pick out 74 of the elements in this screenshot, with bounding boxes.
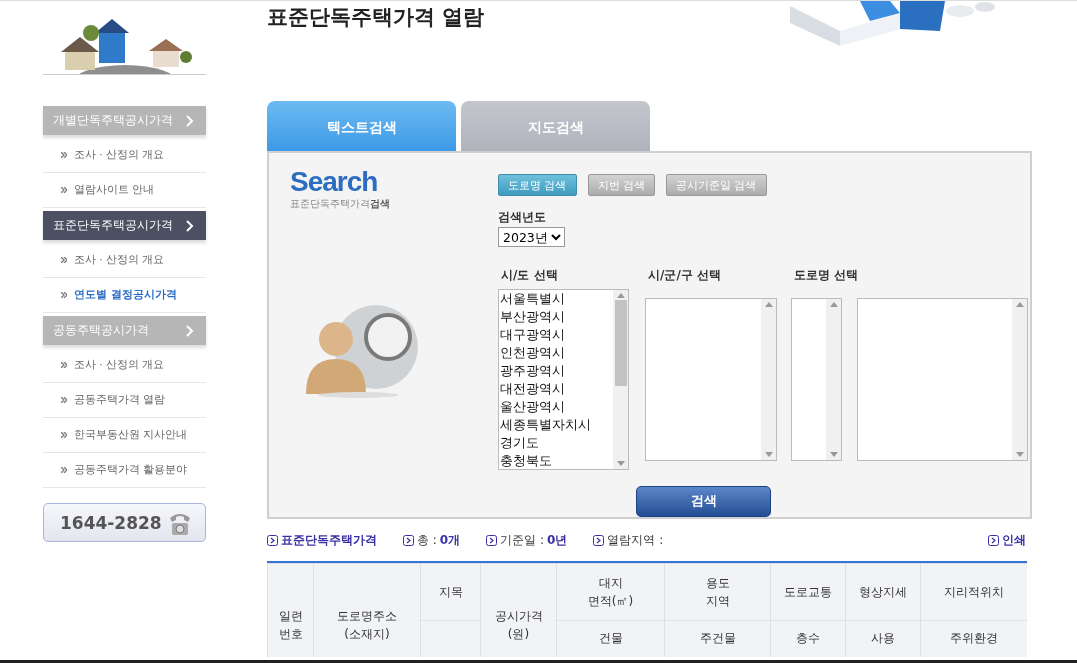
list-option[interactable]: 대구광역시 — [500, 326, 612, 344]
list-option[interactable]: 광주광역시 — [500, 362, 612, 380]
list-option[interactable]: 인천광역시 — [500, 344, 612, 362]
list-option[interactable]: 세종특별자치시 — [500, 416, 612, 434]
summary-label: 열람지역 : — [607, 531, 664, 549]
column-header: 형상지세 — [845, 563, 921, 621]
list-box[interactable] — [857, 298, 1028, 461]
list-box[interactable]: 서울특별시 부산광역시 대구광역시 인천광역시 광주광역시 대전광역시 울산광역시 세종특별자치시 경기도 충청북도 — [498, 289, 629, 470]
double-chevron-icon — [61, 397, 67, 403]
list-option[interactable]: 대전광역시 — [500, 380, 612, 398]
field-label: 도로명 선택 — [794, 267, 860, 284]
column-header: 지리적위치 — [920, 563, 1027, 621]
chevron-square-icon — [593, 534, 605, 546]
scrollbar[interactable] — [613, 290, 628, 469]
summary-label: 기준일 : — [500, 531, 545, 549]
scrollbar[interactable] — [1012, 299, 1027, 460]
list-box[interactable] — [645, 298, 777, 461]
year-dropdown[interactable]: 2023년 — [498, 227, 565, 247]
list-option[interactable]: 경기도 — [500, 434, 612, 452]
double-chevron-icon — [61, 187, 67, 193]
search-button[interactable]: 검색 — [636, 486, 771, 517]
scroll-up-icon — [764, 302, 773, 307]
scroll-down-icon — [616, 461, 625, 466]
scroll-down-icon — [764, 452, 773, 457]
sidebar-item[interactable]: 공동주택가격 열람 — [43, 383, 206, 418]
chevron-right-icon — [185, 114, 194, 127]
print-link[interactable]: 인쇄 — [988, 531, 1026, 549]
list-box[interactable] — [791, 298, 842, 461]
summary-value: 0개 — [439, 531, 461, 549]
list-option[interactable]: 충청북도 — [500, 452, 612, 470]
sidebar-item[interactable]: 연도별 결정공시가격 — [43, 278, 206, 313]
column-header: 도로교통 — [770, 563, 846, 621]
sidebar-item[interactable]: 조사 · 산정의 개요 — [43, 138, 206, 173]
column-header: 지목 — [420, 563, 481, 621]
logo-caption: 표준단독주택가격검색 — [290, 198, 391, 211]
search-logo: Search — [290, 167, 379, 197]
scrollbar[interactable] — [761, 299, 776, 460]
chevron-square-icon — [988, 534, 999, 546]
double-chevron-icon — [61, 432, 67, 438]
page-title: 표준단독주택가격 열람 — [267, 4, 485, 29]
scrollbar[interactable] — [826, 299, 841, 460]
double-chevron-icon — [61, 292, 67, 298]
list-option[interactable]: 부산광역시 — [500, 308, 612, 326]
sidebar-item[interactable]: 열람사이트 안내 — [43, 173, 206, 208]
scroll-up-icon — [1015, 302, 1024, 307]
field-label: 시/군/구 선택 — [648, 267, 722, 284]
list-option[interactable]: 서울특별시 — [500, 290, 612, 308]
phone-number: 1644-2828 — [60, 512, 162, 533]
summary-label: 표준단독주택가격 — [281, 531, 377, 549]
field-label: 검색년도 — [498, 209, 547, 226]
sidebar-item[interactable]: 한국부동산원 지사안내 — [43, 418, 206, 453]
double-chevron-icon — [61, 152, 67, 158]
chevron-square-icon — [267, 534, 278, 546]
chevron-right-icon — [185, 219, 194, 232]
column-header: 대지 면적(㎡) — [556, 563, 665, 621]
scroll-up-icon — [616, 293, 625, 298]
chevron-right-icon — [185, 324, 194, 337]
field-label: 시/도 선택 — [501, 267, 559, 284]
summary-value: 0년 — [547, 531, 568, 549]
list-option[interactable]: 울산광역시 — [500, 398, 612, 416]
column-header: 용도 지역 — [664, 563, 771, 621]
double-chevron-icon — [61, 257, 67, 263]
scroll-down-icon — [829, 452, 838, 457]
chevron-square-icon — [486, 534, 498, 546]
scroll-up-icon — [829, 302, 838, 307]
scroll-down-icon — [1015, 452, 1024, 457]
sidebar-item[interactable]: 공동주택가격 활용분야 — [43, 453, 206, 488]
chevron-square-icon — [403, 534, 414, 546]
sidebar-section-header[interactable]: 표준단독주택공시가격 — [43, 211, 206, 240]
double-chevron-icon — [61, 362, 67, 368]
double-chevron-icon — [61, 467, 67, 473]
sidebar-item[interactable]: 조사 · 산정의 개요 — [43, 243, 206, 278]
summary-label: 총 : — [417, 531, 437, 549]
sidebar-item[interactable]: 조사 · 산정의 개요 — [43, 348, 206, 383]
